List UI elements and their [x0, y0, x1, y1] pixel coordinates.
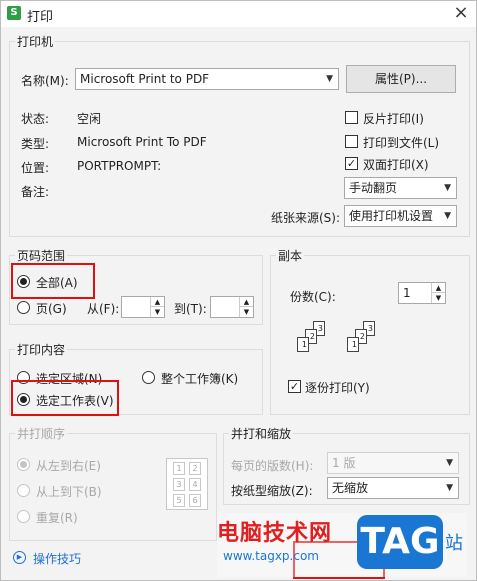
- type-label: 类型:: [21, 137, 50, 151]
- preview-cell: 5: [173, 494, 185, 507]
- order-preview: 1 2 3 4 5 6: [166, 458, 208, 510]
- watermark-url: www.tagxp.com: [223, 549, 319, 563]
- title-bar: S 打印 ×: [1, 1, 476, 27]
- print-content-title: 打印内容: [15, 341, 68, 358]
- to-stepper[interactable]: ▲ ▼: [210, 296, 254, 318]
- chevron-down-icon: ▼: [446, 483, 453, 493]
- left-to-right-label: 从左到右(E): [36, 459, 101, 473]
- type-value: Microsoft Print To PDF: [77, 135, 207, 149]
- up-arrow-icon[interactable]: ▲: [150, 297, 164, 307]
- close-button[interactable]: ×: [449, 2, 473, 26]
- up-arrow-icon[interactable]: ▲: [239, 297, 253, 307]
- paper-source-select[interactable]: 使用打印机设置 ▼: [344, 205, 457, 227]
- page-range-pages-radio[interactable]: [17, 301, 30, 314]
- check-icon: ✓: [289, 380, 300, 393]
- copies-count-value: 1: [403, 286, 411, 300]
- duplex-checkbox[interactable]: ✓: [345, 157, 358, 170]
- down-arrow-icon[interactable]: ▼: [150, 307, 164, 317]
- print-dialog: S 打印 × 打印机 名称(M): Microsoft Print to PDF…: [0, 0, 477, 581]
- down-arrow-icon[interactable]: ▼: [239, 307, 253, 317]
- preview-cell: 6: [189, 494, 201, 507]
- status-label: 状态:: [21, 112, 50, 126]
- app-icon: S: [7, 6, 21, 20]
- collate-icon-set-2: 3 2 1: [347, 321, 387, 361]
- copies-count-stepper[interactable]: 1 ▲ ▼: [398, 282, 446, 304]
- copies-title: 副本: [276, 247, 305, 264]
- watermark: 电脑技术网 www.tagxp.com TAG 站: [217, 513, 467, 577]
- scaling-title: 并打和缩放: [229, 425, 294, 442]
- collate-checkbox[interactable]: ✓: [288, 380, 301, 393]
- paper-source-label: 纸张来源(S):: [271, 211, 341, 225]
- page-icon: 1: [297, 337, 309, 352]
- scale-to-paper-label: 按纸型缩放(Z):: [231, 484, 313, 498]
- left-to-right-radio[interactable]: [17, 458, 30, 471]
- scale-to-paper-select[interactable]: 无缩放 ▼: [327, 477, 459, 499]
- watermark-suffix: 站: [445, 533, 463, 554]
- status-value: 空闲: [77, 112, 102, 126]
- preview-cell: 2: [189, 462, 201, 475]
- paper-source-value: 使用打印机设置: [349, 209, 434, 223]
- print-whole-workbook-label: 整个工作簿(K): [161, 372, 239, 386]
- chevron-down-icon: ▼: [444, 211, 451, 221]
- pages-per-sheet-value: 1 版: [332, 456, 356, 470]
- tips-link[interactable]: 操作技巧: [33, 550, 81, 567]
- pages-per-sheet-select[interactable]: 1 版 ▼: [327, 452, 459, 474]
- where-value: PORTPROMPT:: [77, 159, 162, 173]
- up-arrow-icon[interactable]: ▲: [431, 283, 445, 293]
- watermark-logo: TAG: [357, 515, 443, 569]
- play-icon: ▶: [13, 551, 26, 564]
- preview-cell: 3: [173, 478, 185, 491]
- highlight-box-all: [11, 263, 95, 299]
- print-to-file-label: 打印到文件(L): [363, 136, 440, 150]
- reverse-print-checkbox[interactable]: [345, 111, 358, 124]
- pages-per-sheet-label: 每页的版数(H):: [231, 459, 314, 473]
- printer-name-value: Microsoft Print to PDF: [80, 72, 210, 86]
- duplex-mode-value: 手动翻页: [349, 181, 398, 195]
- from-label: 从(F):: [87, 302, 120, 316]
- down-arrow-icon[interactable]: ▼: [431, 293, 445, 303]
- preview-cell: 1: [173, 462, 185, 475]
- reverse-print-label: 反片打印(I): [363, 112, 424, 126]
- repeat-radio[interactable]: [17, 510, 30, 523]
- repeat-label: 重复(R): [36, 511, 78, 525]
- copies-count-label: 份数(C):: [290, 290, 336, 304]
- top-to-bottom-radio[interactable]: [17, 484, 30, 497]
- page-range-pages-label: 页(G): [36, 302, 67, 316]
- collate-label: 逐份打印(Y): [305, 381, 370, 395]
- printer-name-label: 名称(M):: [21, 74, 69, 88]
- printer-group-title: 打印机: [15, 33, 56, 50]
- scale-to-paper-value: 无缩放: [332, 481, 369, 495]
- print-order-title: 并打顺序: [15, 425, 68, 442]
- page-icon: 1: [347, 337, 359, 352]
- from-stepper[interactable]: ▲ ▼: [121, 296, 165, 318]
- highlight-box-selected-sheet: [11, 380, 119, 416]
- top-to-bottom-label: 从上到下(B): [36, 485, 102, 499]
- print-whole-workbook-radio[interactable]: [142, 371, 155, 384]
- watermark-text: 电脑技术网: [217, 521, 333, 546]
- where-label: 位置:: [21, 161, 50, 175]
- properties-button[interactable]: 属性(P)...: [346, 65, 456, 93]
- comment-label: 备注:: [21, 185, 50, 199]
- page-range-title: 页码范围: [15, 247, 68, 264]
- printer-name-select[interactable]: Microsoft Print to PDF ▼: [75, 68, 339, 90]
- print-to-file-checkbox[interactable]: [345, 135, 358, 148]
- chevron-down-icon: ▼: [446, 458, 453, 468]
- duplex-label: 双面打印(X): [363, 158, 429, 172]
- duplex-mode-select[interactable]: 手动翻页 ▼: [344, 177, 457, 199]
- chevron-down-icon: ▼: [444, 183, 451, 193]
- check-icon: ✓: [346, 157, 357, 170]
- preview-cell: 4: [189, 478, 201, 491]
- collate-icon-set-1: 3 2 1: [297, 321, 337, 361]
- to-label: 到(T):: [174, 302, 207, 316]
- chevron-down-icon: ▼: [326, 74, 333, 84]
- window-title: 打印: [27, 10, 54, 25]
